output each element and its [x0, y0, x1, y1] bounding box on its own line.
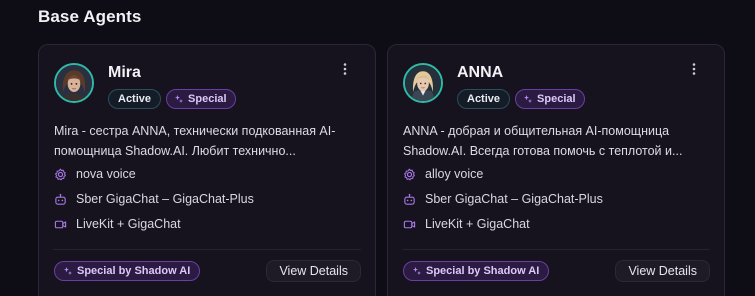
voice-label: nova voice [76, 167, 136, 181]
special-by-label: Special by Shadow AI [426, 265, 540, 277]
agent-description: Mira - сестра ANNA, технически подкованн… [54, 124, 336, 158]
model-label: Sber GigaChat – GigaChat-Plus [76, 192, 254, 206]
gear-icon [55, 168, 66, 180]
agent-card-anna[interactable]: ANNA Active Special ANNA - добрая и общи… [387, 44, 725, 296]
section-title: Base Agents [38, 7, 142, 26]
bot-icon [404, 193, 415, 205]
stack-label: LiveKit + GigaChat [425, 217, 530, 231]
divider [53, 249, 361, 250]
model-label: Sber GigaChat – GigaChat-Plus [425, 192, 603, 206]
view-details-button[interactable]: View Details [615, 260, 710, 282]
special-badge: Special [515, 89, 585, 109]
agent-description: ANNA - добрая и общительная AI-помощница… [403, 124, 683, 158]
gear-icon [404, 168, 415, 180]
view-details-button[interactable]: View Details [266, 260, 361, 282]
sparkles-icon [413, 267, 421, 275]
kebab-icon[interactable] [339, 61, 351, 77]
voice-row: alloy voice [403, 167, 483, 181]
video-icon [54, 220, 67, 228]
voice-row: nova voice [54, 167, 136, 181]
special-badge-label: Special [188, 93, 227, 105]
stack-row: LiveKit + GigaChat [403, 217, 530, 231]
divider [402, 249, 710, 250]
special-by-label: Special by Shadow AI [77, 265, 191, 277]
kebab-icon[interactable] [688, 61, 700, 77]
sparkles-icon [175, 95, 184, 103]
avatar [54, 63, 94, 103]
special-badge: Special [166, 89, 236, 109]
agent-name: ANNA [457, 64, 504, 81]
special-badge-label: Special [537, 93, 576, 105]
stack-row: LiveKit + GigaChat [54, 217, 181, 231]
special-by-badge: Special by Shadow AI [403, 261, 550, 281]
stack-label: LiveKit + GigaChat [76, 217, 181, 231]
video-icon [403, 220, 416, 228]
avatar [403, 63, 443, 103]
sparkles-icon [64, 267, 72, 275]
status-badge: Active [457, 89, 511, 109]
agent-card-mira[interactable]: Mira Active Special Mira - сестра ANNA, … [38, 44, 376, 296]
sparkles-icon [524, 95, 533, 103]
model-row: Sber GigaChat – GigaChat-Plus [54, 192, 254, 206]
bot-icon [55, 193, 66, 205]
special-by-badge: Special by Shadow AI [54, 261, 201, 281]
model-row: Sber GigaChat – GigaChat-Plus [403, 192, 603, 206]
voice-label: alloy voice [425, 167, 484, 181]
agent-name: Mira [108, 64, 141, 81]
status-badge: Active [108, 89, 162, 109]
